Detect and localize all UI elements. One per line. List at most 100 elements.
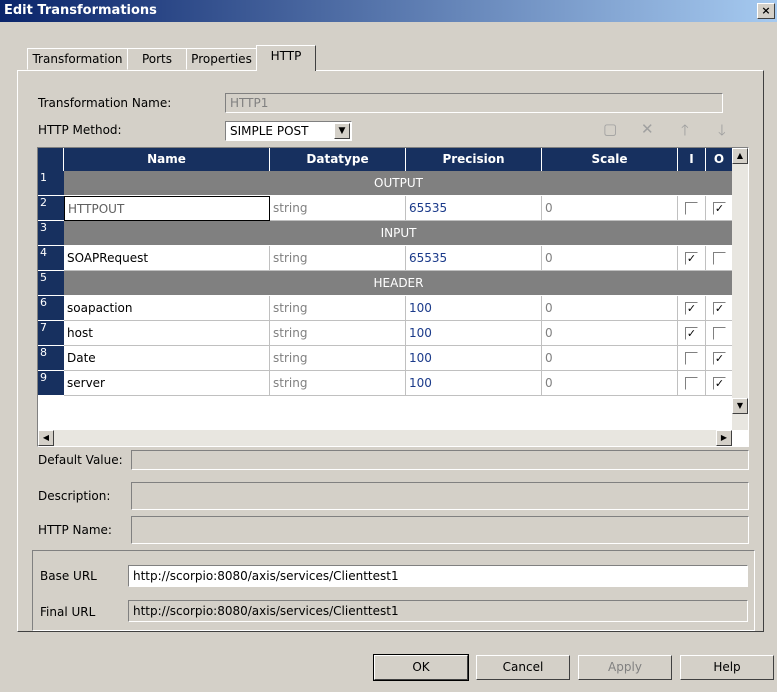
input-checkbox[interactable] bbox=[685, 377, 698, 390]
transformation-name-field: HTTP1 bbox=[225, 93, 723, 113]
output-checkbox[interactable]: ✓ bbox=[713, 302, 726, 315]
cell-precision[interactable]: 100 bbox=[406, 321, 542, 346]
column-header-datatype[interactable]: Datatype bbox=[270, 148, 406, 171]
cell-datatype[interactable]: string bbox=[270, 321, 406, 346]
row-number[interactable]: 1 bbox=[38, 171, 64, 196]
row-number[interactable]: 5 bbox=[38, 271, 64, 296]
section-row[interactable]: 5 HEADER bbox=[38, 271, 733, 296]
table-row[interactable]: 8 Date string 100 0 ✓ bbox=[38, 346, 733, 371]
default-value-field[interactable] bbox=[131, 450, 749, 470]
cell-scale[interactable]: 0 bbox=[542, 371, 678, 396]
corner-header bbox=[38, 148, 64, 171]
table-row[interactable]: 2 HTTPOUT string 65535 0 ✓ bbox=[38, 196, 733, 221]
cell-datatype[interactable]: string bbox=[270, 196, 406, 221]
move-up-icon[interactable]: 🡑 bbox=[681, 120, 689, 145]
http-method-select[interactable]: SIMPLE POST ▼ bbox=[225, 121, 352, 141]
cell-datatype[interactable]: string bbox=[270, 246, 406, 271]
move-down-icon[interactable]: 🡓 bbox=[718, 120, 726, 145]
input-checkbox[interactable]: ✓ bbox=[685, 302, 698, 315]
scroll-left-icon[interactable]: ◀ bbox=[38, 430, 54, 446]
ok-button[interactable]: OK bbox=[373, 654, 469, 681]
cell-precision[interactable]: 65535 bbox=[406, 196, 542, 221]
table-row[interactable]: 7 host string 100 0 ✓ bbox=[38, 321, 733, 346]
cell-name[interactable]: soapaction bbox=[64, 296, 270, 321]
chevron-down-icon[interactable]: ▼ bbox=[334, 123, 350, 139]
row-number[interactable]: 4 bbox=[38, 246, 64, 271]
cell-output: ✓ bbox=[706, 296, 733, 321]
cell-precision[interactable]: 100 bbox=[406, 346, 542, 371]
scroll-right-icon[interactable]: ▶ bbox=[716, 430, 732, 446]
tab-ports[interactable]: Ports bbox=[127, 48, 187, 70]
window-title: Edit Transformations bbox=[4, 3, 157, 18]
row-number[interactable]: 7 bbox=[38, 321, 64, 346]
cell-output: ✓ bbox=[706, 346, 733, 371]
cell-scale[interactable]: 0 bbox=[542, 321, 678, 346]
input-checkbox[interactable] bbox=[685, 202, 698, 215]
table-row[interactable]: 4 SOAPRequest string 65535 0 ✓ bbox=[38, 246, 733, 271]
cell-output: ✓ bbox=[706, 196, 733, 221]
final-url-label: Final URL bbox=[40, 605, 96, 619]
tab-properties[interactable]: Properties bbox=[186, 48, 257, 70]
row-number[interactable]: 2 bbox=[38, 196, 64, 221]
output-checkbox[interactable]: ✓ bbox=[713, 352, 726, 365]
apply-button[interactable]: Apply bbox=[578, 655, 672, 680]
cell-scale[interactable]: 0 bbox=[542, 246, 678, 271]
cell-input: ✓ bbox=[678, 296, 706, 321]
cell-precision[interactable]: 65535 bbox=[406, 246, 542, 271]
output-checkbox[interactable] bbox=[713, 252, 726, 265]
cell-scale[interactable]: 0 bbox=[542, 296, 678, 321]
column-header-scale[interactable]: Scale bbox=[542, 148, 678, 171]
input-checkbox[interactable] bbox=[685, 352, 698, 365]
cell-name[interactable]: HTTPOUT bbox=[64, 196, 270, 221]
cell-input bbox=[678, 371, 706, 396]
column-header-name[interactable]: Name bbox=[64, 148, 270, 171]
row-number[interactable]: 6 bbox=[38, 296, 64, 321]
cell-name[interactable]: SOAPRequest bbox=[64, 246, 270, 271]
tab-http[interactable]: HTTP bbox=[256, 45, 316, 71]
delete-icon[interactable]: ✕ bbox=[641, 120, 654, 138]
tab-transformation[interactable]: Transformation bbox=[27, 48, 128, 70]
base-url-input[interactable]: http://scorpio:8080/axis/services/Client… bbox=[128, 565, 748, 587]
output-checkbox[interactable] bbox=[713, 327, 726, 340]
row-number[interactable]: 9 bbox=[38, 371, 64, 396]
transformation-name-label: Transformation Name: bbox=[38, 96, 172, 110]
cell-datatype[interactable]: string bbox=[270, 346, 406, 371]
section-label: HEADER bbox=[64, 271, 733, 296]
close-button[interactable]: × bbox=[757, 3, 775, 19]
http-name-field[interactable] bbox=[131, 516, 749, 544]
cell-name[interactable]: Date bbox=[64, 346, 270, 371]
input-checkbox[interactable]: ✓ bbox=[685, 327, 698, 340]
cell-precision[interactable]: 100 bbox=[406, 296, 542, 321]
column-header-output[interactable]: O bbox=[706, 148, 733, 171]
http-method-value: SIMPLE POST bbox=[230, 124, 309, 138]
cancel-button[interactable]: Cancel bbox=[476, 655, 570, 680]
output-checkbox[interactable]: ✓ bbox=[713, 202, 726, 215]
input-checkbox[interactable]: ✓ bbox=[685, 252, 698, 265]
column-header-input[interactable]: I bbox=[678, 148, 706, 171]
scroll-down-icon[interactable]: ▼ bbox=[732, 398, 748, 414]
scroll-up-icon[interactable]: ▲ bbox=[732, 148, 748, 164]
help-button[interactable]: Help bbox=[680, 655, 774, 680]
http-name-label: HTTP Name: bbox=[38, 523, 112, 537]
output-checkbox[interactable]: ✓ bbox=[713, 377, 726, 390]
row-number[interactable]: 8 bbox=[38, 346, 64, 371]
cell-name[interactable]: server bbox=[64, 371, 270, 396]
cell-datatype[interactable]: string bbox=[270, 371, 406, 396]
cell-input bbox=[678, 346, 706, 371]
section-row[interactable]: 3 INPUT bbox=[38, 221, 733, 246]
description-field[interactable] bbox=[131, 482, 749, 510]
horizontal-scrollbar[interactable]: ◀ ▶ bbox=[38, 430, 732, 446]
cell-scale[interactable]: 0 bbox=[542, 196, 678, 221]
section-row[interactable]: 1 OUTPUT bbox=[38, 171, 733, 196]
table-row[interactable]: 9 server string 100 0 ✓ bbox=[38, 371, 733, 396]
vertical-scrollbar[interactable]: ▲ ▼ bbox=[732, 148, 748, 430]
cell-datatype[interactable]: string bbox=[270, 296, 406, 321]
table-row[interactable]: 6 soapaction string 100 0 ✓ ✓ bbox=[38, 296, 733, 321]
cell-name[interactable]: host bbox=[64, 321, 270, 346]
cell-scale[interactable]: 0 bbox=[542, 346, 678, 371]
row-number[interactable]: 3 bbox=[38, 221, 64, 246]
new-port-icon[interactable]: ▢ bbox=[603, 120, 617, 138]
cell-precision[interactable]: 100 bbox=[406, 371, 542, 396]
column-header-precision[interactable]: Precision bbox=[406, 148, 542, 171]
title-bar: Edit Transformations × bbox=[0, 0, 777, 22]
